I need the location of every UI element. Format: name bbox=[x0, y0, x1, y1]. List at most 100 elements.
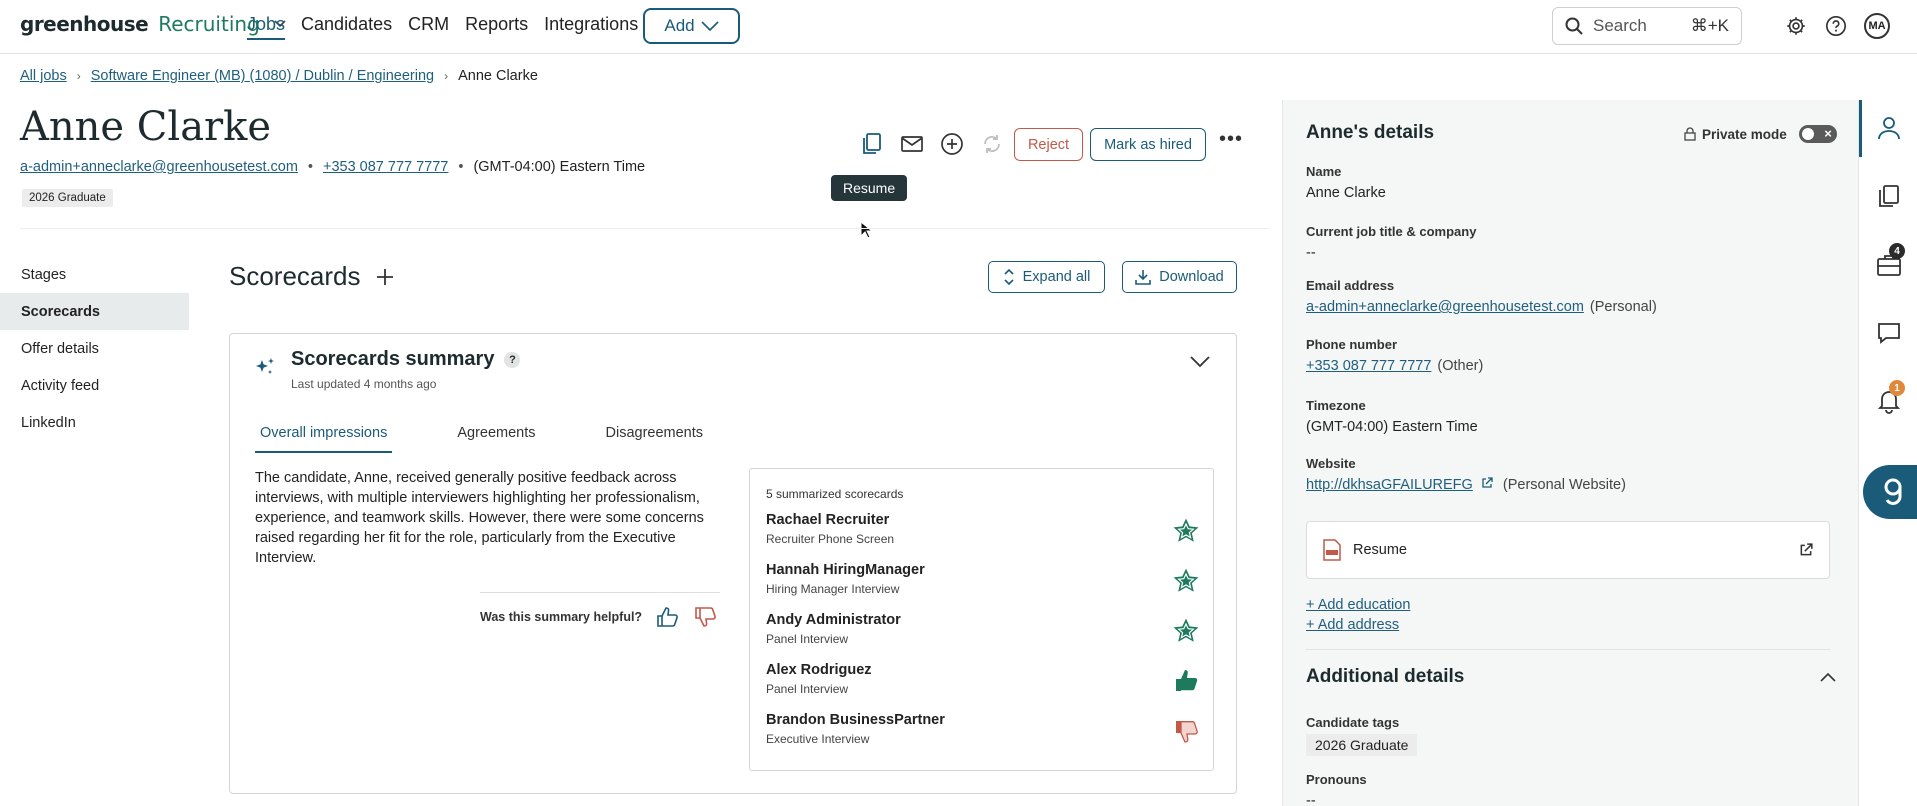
field-value: http://dkhsaGFAILUREFG (Personal Website… bbox=[1306, 477, 1626, 493]
field-value: Anne Clarke bbox=[1306, 185, 1386, 201]
add-scorecard-icon[interactable] bbox=[375, 267, 395, 287]
candidate-details-panel: Anne's details Private mode Name Anne Cl… bbox=[1282, 100, 1858, 806]
field-current-job: Current job title & company -- bbox=[1306, 224, 1476, 261]
private-mode-toggle[interactable] bbox=[1798, 125, 1837, 143]
mail-icon[interactable] bbox=[898, 130, 926, 158]
private-mode-control: Private mode bbox=[1684, 125, 1837, 143]
candidate-subnav: Stages Scorecards Offer details Activity… bbox=[0, 256, 190, 441]
list-item[interactable]: Andy Administrator Panel Interview bbox=[766, 612, 1199, 656]
add-button[interactable]: Add bbox=[643, 8, 740, 44]
website-type: (Personal Website) bbox=[1502, 477, 1626, 493]
external-link-icon[interactable] bbox=[1799, 543, 1813, 557]
chevron-right-icon: › bbox=[76, 69, 81, 83]
mark-as-hired-button[interactable]: Mark as hired bbox=[1090, 128, 1206, 161]
gear-icon[interactable] bbox=[1783, 13, 1809, 39]
search-shortcut: ⌘+K bbox=[1690, 16, 1729, 35]
website-link[interactable]: http://dkhsaGFAILUREFG bbox=[1306, 477, 1473, 493]
list-item[interactable]: Hannah HiringManager Hiring Manager Inte… bbox=[766, 562, 1199, 606]
field-timezone: Timezone (GMT-04:00) Eastern Time bbox=[1306, 398, 1478, 435]
field-label: Phone number bbox=[1306, 337, 1398, 352]
expand-all-button[interactable]: Expand all bbox=[988, 261, 1105, 293]
scorecards-header: Scorecards bbox=[229, 261, 395, 292]
documents-icon[interactable] bbox=[1876, 183, 1902, 209]
interview-stage: Recruiter Phone Screen bbox=[766, 532, 895, 546]
add-education-link[interactable]: + Add education bbox=[1306, 597, 1410, 613]
nav-reports[interactable]: Reports bbox=[465, 14, 528, 40]
lock-icon bbox=[1684, 127, 1696, 141]
email-type: (Personal) bbox=[1589, 299, 1657, 315]
candidate-tag: 2026 Graduate bbox=[22, 189, 113, 207]
candidate-email-link[interactable]: a-admin+anneclarke@greenhousetest.com bbox=[20, 159, 298, 175]
breadcrumb-job[interactable]: Software Engineer (MB) (1080) / Dublin /… bbox=[91, 68, 434, 84]
private-mode-label: Private mode bbox=[1702, 126, 1787, 142]
chevron-up-icon[interactable] bbox=[1820, 672, 1836, 682]
person-icon[interactable] bbox=[1876, 115, 1902, 141]
candidate-name: Anne Clarke bbox=[20, 104, 272, 150]
comment-icon[interactable] bbox=[1876, 320, 1902, 346]
candidate-contact-line: a-admin+anneclarke@greenhousetest.com • … bbox=[20, 159, 645, 175]
field-candidate-tags: Candidate tags 2026 Graduate bbox=[1306, 715, 1418, 756]
interview-stage: Panel Interview bbox=[766, 632, 849, 646]
download-button[interactable]: Download bbox=[1122, 261, 1237, 293]
header-divider bbox=[20, 228, 1270, 229]
app-logo[interactable]: greenhouse Recruiting bbox=[20, 12, 286, 36]
reject-button[interactable]: Reject bbox=[1014, 128, 1083, 161]
tab-agreements[interactable]: Agreements bbox=[452, 420, 540, 453]
summary-text: The candidate, Anne, received generally … bbox=[255, 470, 704, 566]
candidate-phone-link[interactable]: +353 087 777 7777 bbox=[323, 159, 448, 175]
thumbs-down-icon[interactable] bbox=[694, 606, 718, 628]
list-item[interactable]: Alex Rodriguez Panel Interview bbox=[766, 662, 1199, 706]
field-label: Email address bbox=[1306, 278, 1395, 293]
breadcrumb-all-jobs[interactable]: All jobs bbox=[20, 68, 67, 84]
scorecards-title: Scorecards bbox=[229, 261, 361, 291]
jobs-count-badge: 4 bbox=[1889, 243, 1905, 259]
greenhouse-assistant-button[interactable] bbox=[1863, 465, 1917, 519]
helpful-divider bbox=[480, 592, 720, 593]
add-circle-icon[interactable] bbox=[938, 130, 966, 158]
thumbs-up-icon[interactable] bbox=[656, 606, 680, 628]
strong-yes-icon bbox=[1173, 618, 1199, 642]
download-icon bbox=[1135, 270, 1152, 285]
strong-yes-icon bbox=[1173, 518, 1199, 542]
no-icon bbox=[1176, 721, 1198, 743]
tab-overall-impressions[interactable]: Overall impressions bbox=[255, 420, 393, 453]
product-name: Recruiting bbox=[158, 12, 260, 36]
resume-icon[interactable] bbox=[858, 130, 886, 158]
subnav-offer-details[interactable]: Offer details bbox=[0, 330, 190, 367]
download-label: Download bbox=[1159, 269, 1224, 285]
chevron-down-icon[interactable] bbox=[1190, 356, 1210, 368]
list-item[interactable]: Brandon BusinessPartner Executive Interv… bbox=[766, 712, 1199, 756]
field-value: (GMT-04:00) Eastern Time bbox=[1306, 419, 1478, 435]
summary-last-updated: Last updated 4 months ago bbox=[291, 377, 437, 391]
more-options-icon[interactable]: ••• bbox=[1219, 128, 1243, 151]
nav-crm[interactable]: CRM bbox=[408, 14, 449, 40]
field-pronouns: Pronouns -- bbox=[1306, 772, 1367, 806]
resume-tooltip: Resume bbox=[831, 175, 908, 201]
mouse-cursor-icon bbox=[860, 221, 872, 239]
subnav-activity-feed[interactable]: Activity feed bbox=[0, 367, 190, 404]
brand-name: greenhouse bbox=[20, 12, 149, 36]
chevron-right-icon: › bbox=[444, 69, 449, 83]
nav-candidates[interactable]: Candidates bbox=[301, 14, 392, 40]
resume-attachment[interactable]: Resume bbox=[1306, 521, 1830, 579]
interview-stage: Hiring Manager Interview bbox=[766, 582, 900, 596]
tab-disagreements[interactable]: Disagreements bbox=[601, 420, 709, 453]
nav-integrations[interactable]: Integrations bbox=[544, 14, 638, 40]
help-icon[interactable] bbox=[1823, 13, 1849, 39]
field-value: -- bbox=[1306, 793, 1316, 806]
subnav-linkedin[interactable]: LinkedIn bbox=[0, 404, 190, 441]
details-phone-link[interactable]: +353 087 777 7777 bbox=[1306, 358, 1431, 374]
help-icon[interactable]: ? bbox=[504, 351, 521, 368]
user-avatar[interactable]: MA bbox=[1864, 13, 1890, 39]
subnav-stages[interactable]: Stages bbox=[0, 256, 190, 293]
field-value: a-admin+anneclarke@greenhousetest.com (Pe… bbox=[1306, 299, 1657, 315]
subnav-scorecards[interactable]: Scorecards bbox=[0, 293, 189, 330]
search-input[interactable]: Search ⌘+K bbox=[1552, 7, 1742, 45]
add-address-link[interactable]: + Add address bbox=[1306, 617, 1399, 633]
list-item[interactable]: Rachael Recruiter Recruiter Phone Screen bbox=[766, 512, 1199, 556]
external-link-icon[interactable] bbox=[1481, 477, 1493, 489]
expand-all-label: Expand all bbox=[1022, 269, 1091, 285]
details-email-link[interactable]: a-admin+anneclarke@greenhousetest.com bbox=[1306, 299, 1584, 315]
helpful-question: Was this summary helpful? bbox=[480, 610, 643, 624]
nav-jobs[interactable]: Jobs bbox=[247, 14, 286, 40]
